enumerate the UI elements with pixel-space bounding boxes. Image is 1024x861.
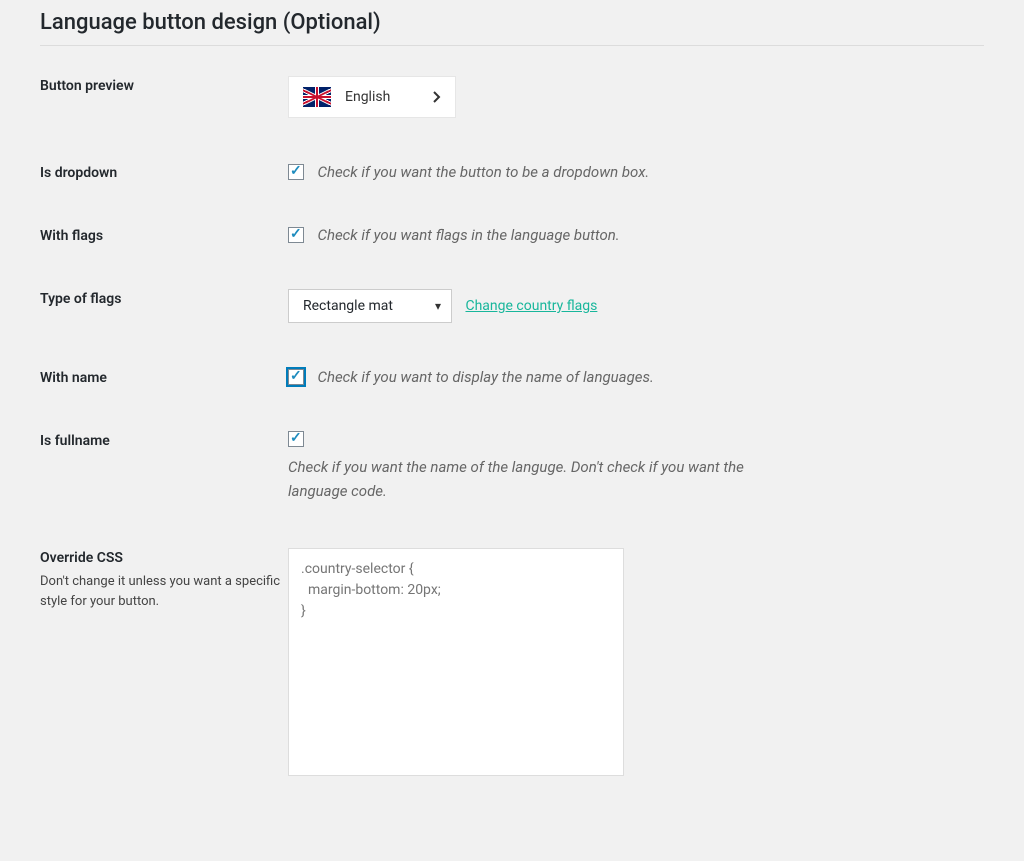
label-is-dropdown: Is dropdown: [40, 165, 288, 181]
section-title: Language button design (Optional): [40, 0, 984, 46]
label-button-preview: Button preview: [40, 78, 288, 94]
language-preview-button[interactable]: English: [288, 76, 456, 118]
hint-is-dropdown: Check if you want the button to be a dro…: [317, 163, 649, 181]
row-with-name: With name Check if you want to display t…: [40, 368, 984, 386]
row-with-flags: With flags Check if you want flags in th…: [40, 226, 984, 244]
checkbox-with-flags[interactable]: [288, 227, 304, 243]
sub-override-css: Don't change it unless you want a specif…: [40, 572, 288, 611]
link-change-country-flags[interactable]: Change country flags: [465, 298, 597, 314]
row-type-of-flags: Type of flags Rectangle mat Change count…: [40, 289, 984, 323]
checkbox-with-name[interactable]: [288, 369, 304, 385]
label-with-flags: With flags: [40, 228, 288, 244]
chevron-right-icon: [433, 91, 441, 103]
row-is-fullname: Is fullname Check if you want the name o…: [40, 431, 984, 503]
checkbox-is-dropdown[interactable]: [288, 164, 304, 180]
label-with-name: With name: [40, 370, 288, 386]
label-is-fullname: Is fullname: [40, 433, 288, 449]
hint-is-fullname: Check if you want the name of the langug…: [288, 455, 788, 503]
checkbox-is-fullname[interactable]: [288, 431, 304, 447]
row-is-dropdown: Is dropdown Check if you want the button…: [40, 163, 984, 181]
hint-with-name: Check if you want to display the name of…: [317, 368, 653, 386]
textarea-override-css[interactable]: [288, 548, 624, 776]
uk-flag-icon: [303, 87, 331, 107]
hint-with-flags: Check if you want flags in the language …: [317, 226, 619, 244]
language-name: English: [345, 89, 433, 105]
row-override-css: Override CSS Don't change it unless you …: [40, 548, 984, 776]
label-type-of-flags: Type of flags: [40, 291, 288, 307]
label-override-css: Override CSS: [40, 550, 288, 566]
row-button-preview: Button preview English: [40, 76, 984, 118]
select-type-of-flags[interactable]: Rectangle mat: [288, 289, 452, 323]
